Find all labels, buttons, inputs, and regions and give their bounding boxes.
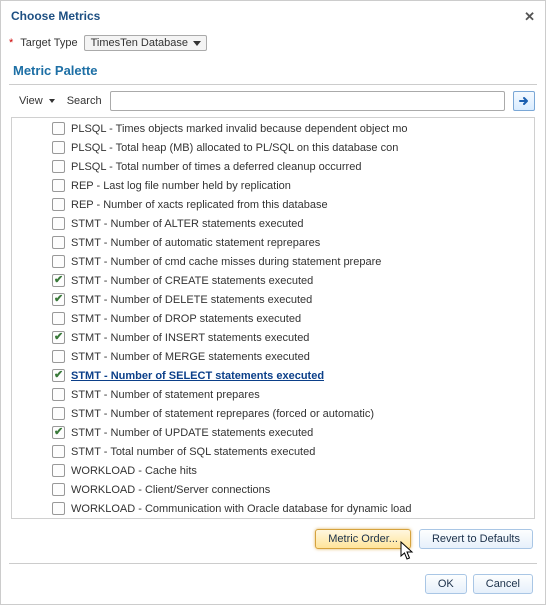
metric-label: STMT - Number of statement prepares [71, 389, 260, 401]
metric-label: STMT - Number of DELETE statements execu… [71, 294, 312, 306]
metric-row[interactable]: REP - Last log file number held by repli… [12, 176, 534, 195]
metric-row[interactable]: PLSQL - Times objects marked invalid bec… [12, 119, 534, 138]
metric-label: PLSQL - Times objects marked invalid bec… [71, 123, 408, 135]
metric-row[interactable]: STMT - Number of automatic statement rep… [12, 233, 534, 252]
metric-label: WORKLOAD - Cache hits [71, 465, 197, 477]
metric-row[interactable]: WORKLOAD - Communication with Oracle dat… [12, 499, 534, 518]
target-type-select[interactable]: TimesTen Database [84, 35, 207, 51]
metric-row[interactable]: STMT - Number of SELECT statements execu… [12, 366, 534, 385]
close-icon[interactable]: ✕ [524, 9, 535, 25]
metric-row[interactable]: STMT - Number of statement reprepares (f… [12, 404, 534, 423]
metric-checkbox[interactable] [52, 483, 65, 496]
metric-label: STMT - Number of automatic statement rep… [71, 237, 320, 249]
metric-checkbox[interactable] [52, 350, 65, 363]
palette-toolbar: View Search [1, 85, 545, 117]
metric-checkbox[interactable] [52, 445, 65, 458]
metric-checkbox[interactable] [52, 369, 65, 382]
metric-label: WORKLOAD - Communication with Oracle dat… [71, 503, 412, 515]
metric-row[interactable]: STMT - Number of DROP statements execute… [12, 309, 534, 328]
metric-checkbox[interactable] [52, 160, 65, 173]
metric-checkbox[interactable] [52, 426, 65, 439]
metric-label: STMT - Number of UPDATE statements execu… [71, 427, 313, 439]
metric-row[interactable]: STMT - Number of CREATE statements execu… [12, 271, 534, 290]
metric-checkbox[interactable] [52, 464, 65, 477]
metric-checkbox[interactable] [52, 293, 65, 306]
metric-label: REP - Number of xacts replicated from th… [71, 199, 328, 211]
target-type-value: TimesTen Database [91, 37, 188, 49]
metric-row[interactable]: STMT - Number of MERGE statements execut… [12, 347, 534, 366]
metric-row[interactable]: PLSQL - Total heap (MB) allocated to PL/… [12, 138, 534, 157]
dialog-footer: OK Cancel [9, 563, 537, 604]
view-label: View [19, 95, 43, 107]
metric-label: STMT - Number of SELECT statements execu… [71, 370, 324, 382]
metric-label: STMT - Number of ALTER statements execut… [71, 218, 304, 230]
metric-checkbox[interactable] [52, 331, 65, 344]
metric-row[interactable]: STMT - Number of UPDATE statements execu… [12, 423, 534, 442]
metric-list[interactable]: PLSQL - Times objects marked invalid bec… [11, 117, 535, 519]
ok-label: OK [438, 578, 454, 590]
metric-label: STMT - Total number of SQL statements ex… [71, 446, 315, 458]
metric-row[interactable]: STMT - Number of cmd cache misses during… [12, 252, 534, 271]
cancel-label: Cancel [486, 578, 520, 590]
metric-label: STMT - Number of CREATE statements execu… [71, 275, 313, 287]
metric-order-label: Metric Order... [328, 533, 398, 545]
metric-label: PLSQL - Total heap (MB) allocated to PL/… [71, 142, 398, 154]
metric-row[interactable]: STMT - Number of statement prepares [12, 385, 534, 404]
ok-button[interactable]: OK [425, 574, 467, 594]
metric-row[interactable]: STMT - Number of INSERT statements execu… [12, 328, 534, 347]
metric-label: STMT - Number of statement reprepares (f… [71, 408, 374, 420]
metric-row[interactable]: PLSQL - Total number of times a deferred… [12, 157, 534, 176]
search-go-button[interactable] [513, 91, 535, 111]
metric-checkbox[interactable] [52, 388, 65, 401]
metric-label: PLSQL - Total number of times a deferred… [71, 161, 361, 173]
metric-checkbox[interactable] [52, 198, 65, 211]
search-input[interactable] [110, 91, 505, 111]
metric-palette-title: Metric Palette [1, 59, 545, 84]
metric-row[interactable]: STMT - Total number of SQL statements ex… [12, 442, 534, 461]
revert-label: Revert to Defaults [432, 533, 520, 545]
metric-row[interactable]: REP - Number of xacts replicated from th… [12, 195, 534, 214]
action-button-row: Metric Order... Revert to Defaults [1, 529, 545, 549]
choose-metrics-dialog: Choose Metrics ✕ * Target Type TimesTen … [0, 0, 546, 605]
metric-label: STMT - Number of cmd cache misses during… [71, 256, 381, 268]
metric-checkbox[interactable] [52, 217, 65, 230]
metric-row[interactable]: WORKLOAD - Client/Server connections [12, 480, 534, 499]
arrow-right-icon [518, 95, 530, 107]
metric-checkbox[interactable] [52, 255, 65, 268]
metric-checkbox[interactable] [52, 274, 65, 287]
cancel-button[interactable]: Cancel [473, 574, 533, 594]
target-type-label: Target Type [20, 37, 77, 49]
metric-row[interactable]: STMT - Number of DELETE statements execu… [12, 290, 534, 309]
metric-label: WORKLOAD - Client/Server connections [71, 484, 270, 496]
metric-checkbox[interactable] [52, 141, 65, 154]
chevron-down-icon [49, 99, 55, 103]
metric-checkbox[interactable] [52, 122, 65, 135]
metric-label: STMT - Number of DROP statements execute… [71, 313, 301, 325]
metric-checkbox[interactable] [52, 179, 65, 192]
metric-checkbox[interactable] [52, 236, 65, 249]
metric-checkbox[interactable] [52, 502, 65, 515]
revert-to-defaults-button[interactable]: Revert to Defaults [419, 529, 533, 549]
metric-label: STMT - Number of INSERT statements execu… [71, 332, 309, 344]
metric-checkbox[interactable] [52, 312, 65, 325]
metric-row[interactable]: WORKLOAD - Cache hits [12, 461, 534, 480]
metric-label: REP - Last log file number held by repli… [71, 180, 291, 192]
target-type-row: * Target Type TimesTen Database [1, 31, 545, 59]
required-marker: * [9, 37, 14, 49]
dialog-title: Choose Metrics [11, 9, 100, 23]
metric-checkbox[interactable] [52, 407, 65, 420]
metric-row[interactable]: STMT - Number of ALTER statements execut… [12, 214, 534, 233]
search-label: Search [67, 95, 102, 107]
metric-label: STMT - Number of MERGE statements execut… [71, 351, 310, 363]
dialog-header: Choose Metrics ✕ [1, 1, 545, 31]
view-menu[interactable]: View [15, 94, 59, 108]
metric-order-button[interactable]: Metric Order... [315, 529, 411, 549]
